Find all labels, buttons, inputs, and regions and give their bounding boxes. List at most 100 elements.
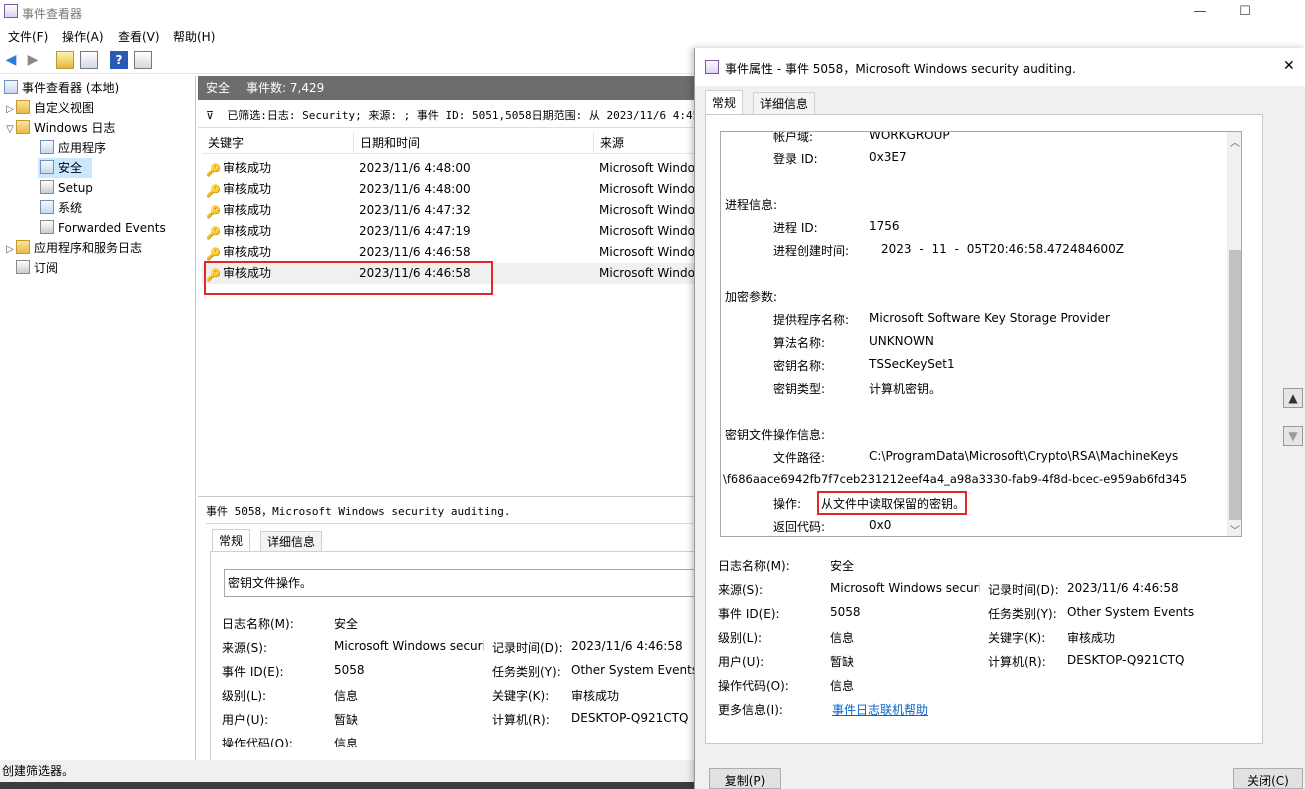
tree-node-system[interactable]: 系统 <box>40 198 82 218</box>
center-pane: 安全 事件数: 7,429 ⊽ 已筛选:日志: Security; 来源: ; 事… <box>198 76 694 761</box>
menu-help[interactable]: 帮助(H) <box>173 28 215 45</box>
tree-node-app-service-logs[interactable]: ▷ 应用程序和服务日志 <box>4 238 142 258</box>
menu-file[interactable]: 文件(F) <box>8 28 48 45</box>
event-viewer-app-icon <box>705 60 719 74</box>
main-titlebar: 事件查看器 — ☐ <box>0 0 1305 24</box>
log-name: 安全 <box>206 81 231 95</box>
key-icon: 🔑 <box>206 184 221 198</box>
folder-icon <box>16 120 30 134</box>
description-scroll-thumb[interactable] <box>1229 250 1241 520</box>
filter-bar: ⊽ 已筛选:日志: Security; 来源: ; 事件 ID: 5051,50… <box>198 104 694 128</box>
table-row[interactable]: 🔑审核成功 2023/11/6 4:47:32 Microsoft Window… <box>202 200 694 221</box>
event-preview-pane: 事件 5058，Microsoft Windows security audit… <box>198 496 694 761</box>
show-action-pane-icon[interactable] <box>134 51 152 69</box>
dialog-level: 信息 <box>830 631 855 645</box>
tree-node-root[interactable]: 事件查看器 (本地) <box>4 78 119 98</box>
desc-crypto-heading: 加密参数: <box>725 290 778 304</box>
highlight-box-operation <box>817 491 967 515</box>
preview-event-id: 5058 <box>334 663 365 677</box>
preview-tab-general[interactable]: 常规 <box>212 529 251 551</box>
dialog-tab-general[interactable]: 常规 <box>705 90 744 114</box>
back-arrow-icon[interactable]: ◀ <box>2 51 20 69</box>
preview-title: 事件 5058，Microsoft Windows security audit… <box>206 505 511 518</box>
log-icon <box>40 180 54 194</box>
description-box[interactable]: 帐户域: WORKGROUP 登录 ID: 0x3E7 进程信息: 进程 ID: 17… <box>720 131 1242 537</box>
dialog-tab-details[interactable]: 详细信息 <box>753 92 816 114</box>
preview-task: Other System Events <box>571 663 694 677</box>
filter-icon: ⊽ <box>206 109 215 122</box>
tree-node-security[interactable]: 安全 <box>38 158 92 178</box>
log-icon <box>40 200 54 214</box>
tree-node-forwarded-events[interactable]: Forwarded Events <box>40 218 166 238</box>
scroll-down-icon[interactable]: ﹀ <box>1230 522 1240 536</box>
preview-keywords: 审核成功 <box>571 689 620 703</box>
desc-key-name: TSSecKeySet1 <box>869 357 955 371</box>
preview-log-name: 安全 <box>334 617 359 631</box>
subscription-icon <box>16 260 30 274</box>
preview-computer: DESKTOP-Q921CTQ <box>571 711 689 725</box>
chevron-down-icon[interactable]: ▽ <box>4 120 16 140</box>
previous-event-button[interactable]: ▲ <box>1283 388 1303 408</box>
show-hide-tree-icon[interactable] <box>80 51 98 69</box>
dialog-computer: DESKTOP-Q921CTQ <box>1067 653 1185 667</box>
next-event-button[interactable]: ▼ <box>1283 426 1303 446</box>
tree-node-setup[interactable]: Setup <box>40 178 93 198</box>
desc-provider: Microsoft Software Key Storage Provider <box>869 311 1110 325</box>
help-icon[interactable]: ? <box>110 51 128 69</box>
event-viewer-app-icon <box>4 4 18 18</box>
desc-keyfile-heading: 密钥文件操作信息: <box>725 428 826 442</box>
scroll-up-icon[interactable]: ︿ <box>1230 134 1240 149</box>
preview-logged: 2023/11/6 4:46:58 <box>571 639 683 653</box>
desc-process-creation-time: 2023 - 11 - 05T20:46:58.472484600Z <box>881 242 1124 256</box>
event-log-online-help-link[interactable]: 事件日志联机帮助 <box>832 701 928 718</box>
desc-process-info-heading: 进程信息: <box>725 198 778 212</box>
preview-tab-details[interactable]: 详细信息 <box>260 531 323 551</box>
close-button[interactable]: 关闭(C) <box>1233 768 1303 789</box>
dialog-close-icon[interactable]: ✕ <box>1283 58 1295 74</box>
forward-arrow-icon[interactable]: ▶ <box>24 51 42 69</box>
table-row[interactable]: 🔑审核成功 2023/11/6 4:46:58 Microsoft Window… <box>202 242 694 263</box>
desc-algorithm: UNKNOWN <box>869 334 934 348</box>
copy-button[interactable]: 复制(P) <box>709 768 781 789</box>
tree-node-custom-views[interactable]: ▷ 自定义视图 <box>4 98 94 118</box>
table-row[interactable]: 🔑审核成功 2023/11/6 4:48:00 Microsoft Window… <box>202 158 694 179</box>
navigation-tree: 事件查看器 (本地) ▷ 自定义视图 ▽ Windows 日志 应用程序 安全 Se… <box>0 76 196 760</box>
desc-key-type: 计算机密钥。 <box>869 382 942 396</box>
column-datetime[interactable]: 日期和时间 <box>354 132 594 154</box>
table-row[interactable]: 🔑审核成功 2023/11/6 4:48:00 Microsoft Window… <box>202 179 694 200</box>
highlight-box-selected-row <box>204 261 493 295</box>
desc-file-path-continued: \f686aace6942fb7f7ceb231212eef4a4_a98a33… <box>723 472 1188 486</box>
chevron-right-icon[interactable]: ▷ <box>4 240 16 260</box>
event-count: 事件数: 7,429 <box>246 81 325 95</box>
log-icon <box>40 140 54 154</box>
menu-view[interactable]: 查看(V) <box>118 28 160 45</box>
tree-node-windows-logs[interactable]: ▽ Windows 日志 <box>4 118 115 138</box>
dialog-source: Microsoft Windows security auditing. <box>830 581 980 595</box>
desc-logon-id: 0x3E7 <box>869 150 907 164</box>
log-icon <box>40 160 54 174</box>
column-keyword[interactable]: 关键字 <box>202 132 354 154</box>
preview-description: 密钥文件操作。 <box>224 569 694 597</box>
window-title: 事件查看器 <box>22 7 83 21</box>
dialog-user: 暂缺 <box>830 655 855 669</box>
column-source[interactable]: 来源 <box>594 132 694 154</box>
open-folder-icon[interactable] <box>56 51 74 69</box>
menu-bar: 文件(F) 操作(A) 查看(V) 帮助(H) <box>0 24 1305 46</box>
folder-icon <box>16 100 30 114</box>
log-icon <box>40 220 54 234</box>
preview-opcode: 信息 <box>334 737 359 747</box>
minimize-button[interactable]: — <box>1180 2 1220 22</box>
table-row[interactable]: 🔑审核成功 2023/11/6 4:47:19 Microsoft Window… <box>202 221 694 242</box>
preview-source: Microsoft Windows security auditing. <box>334 639 484 653</box>
chevron-right-icon[interactable]: ▷ <box>4 100 16 120</box>
dialog-log-name: 安全 <box>830 559 855 573</box>
key-icon: 🔑 <box>206 226 221 240</box>
desc-account-domain: WORKGROUP <box>869 131 950 142</box>
maximize-button[interactable]: ☐ <box>1225 2 1265 22</box>
dialog-logged: 2023/11/6 4:46:58 <box>1067 581 1179 595</box>
dialog-event-id: 5058 <box>830 605 861 619</box>
tree-node-subscriptions[interactable]: 订阅 <box>16 258 58 278</box>
folder-icon <box>16 240 30 254</box>
tree-node-application[interactable]: 应用程序 <box>40 138 106 158</box>
menu-action[interactable]: 操作(A) <box>62 28 104 45</box>
